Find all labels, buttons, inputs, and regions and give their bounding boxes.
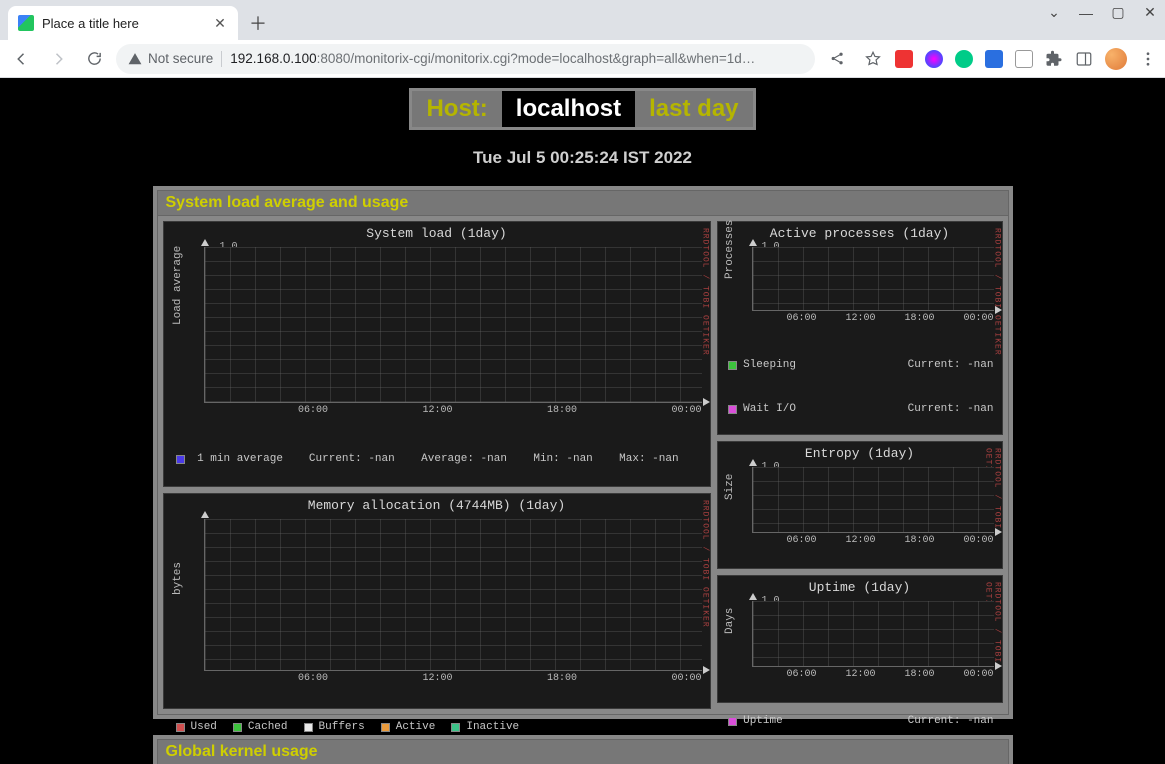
back-button[interactable] xyxy=(8,45,36,73)
arrow-left-icon xyxy=(13,50,31,68)
extensions-icon[interactable] xyxy=(1045,50,1063,68)
panel-title: System load average and usage xyxy=(157,190,1009,215)
menu-icon[interactable] xyxy=(1139,50,1157,68)
window-minimize-button[interactable]: — xyxy=(1077,5,1095,21)
y-axis-label: Processes xyxy=(724,220,736,279)
url-text: 192.168.0.100:8080/monitorix-cgi/monitor… xyxy=(230,51,755,66)
host-banner: Host: localhost last day xyxy=(409,88,755,130)
tab-close-button[interactable]: ✕ xyxy=(212,15,228,31)
graph-title: Uptime (1day) xyxy=(718,576,1002,597)
y-axis-label: Load average xyxy=(172,246,184,325)
extension-icon[interactable] xyxy=(1015,50,1033,68)
separator xyxy=(221,51,222,67)
extension-icon[interactable] xyxy=(895,50,913,68)
x-ticks: 06:00 12:00 18:00 00:00 xyxy=(204,673,702,684)
insecure-indicator[interactable]: Not secure xyxy=(128,51,213,66)
star-icon xyxy=(864,50,882,68)
x-ticks: 06:00 12:00 18:00 00:00 xyxy=(758,669,994,680)
host-value: localhost xyxy=(502,91,635,127)
extension-icon[interactable] xyxy=(985,50,1003,68)
rrdtool-watermark: RRDTOOL / TOBI OETIKER xyxy=(701,500,710,628)
window-close-button[interactable]: ✕ xyxy=(1141,4,1159,21)
profile-avatar[interactable] xyxy=(1105,48,1127,70)
graph-system-load[interactable]: RRDTOOL / TOBI OETIKER System load (1day… xyxy=(163,221,711,487)
y-axis-label: bytes xyxy=(172,562,184,595)
timestamp: Tue Jul 5 00:25:24 IST 2022 xyxy=(0,148,1165,168)
rrdtool-watermark: RRDTOOL / TOBI OETIKER xyxy=(993,228,1002,356)
extension-icon[interactable] xyxy=(925,50,943,68)
side-panel-icon[interactable] xyxy=(1075,50,1093,68)
forward-button[interactable] xyxy=(44,45,72,73)
y-axis-label: Days xyxy=(724,608,736,634)
arrow-right-icon xyxy=(49,50,67,68)
bookmark-button[interactable] xyxy=(859,45,887,73)
x-ticks: 06:00 12:00 18:00 00:00 xyxy=(758,535,994,546)
when-value: last day xyxy=(635,91,752,127)
favicon-icon xyxy=(18,15,34,31)
graph-entropy[interactable]: RRDTOOL / TOBI OETIKER Entropy (1day) Si… xyxy=(717,441,1003,569)
browser-tab[interactable]: Place a title here ✕ xyxy=(8,6,238,40)
graph-title: Active processes (1day) xyxy=(718,222,1002,243)
graph-title: System load (1day) xyxy=(164,222,710,243)
extension-icon[interactable] xyxy=(955,50,973,68)
host-label: Host: xyxy=(412,91,501,127)
address-bar[interactable]: Not secure 192.168.0.100:8080/monitorix-… xyxy=(116,44,815,74)
graph-memory[interactable]: RRDTOOL / TOBI OETIKER Memory allocation… xyxy=(163,493,711,709)
window-maximize-button[interactable]: ▢ xyxy=(1109,4,1127,21)
browser-toolbar: Not secure 192.168.0.100:8080/monitorix-… xyxy=(0,40,1165,78)
graph-title: Memory allocation (4744MB) (1day) xyxy=(164,494,710,515)
insecure-label: Not secure xyxy=(148,51,213,66)
browser-titlebar: Place a title here ✕ ＋ ⌄ — ▢ ✕ xyxy=(0,0,1165,40)
graph-title: Entropy (1day) xyxy=(718,442,1002,463)
graph-uptime[interactable]: RRDTOOL / TOBI OETIKER Uptime (1day) Day… xyxy=(717,575,1003,703)
reload-icon xyxy=(86,50,103,67)
x-ticks: 06:00 12:00 18:00 00:00 xyxy=(204,405,702,416)
y-axis-label: Size xyxy=(724,474,736,500)
tab-title: Place a title here xyxy=(42,16,139,31)
share-icon xyxy=(829,50,846,67)
x-ticks: 06:00 12:00 18:00 00:00 xyxy=(758,313,994,324)
share-button[interactable] xyxy=(823,45,851,73)
extension-icons xyxy=(895,48,1157,70)
caret-down-icon[interactable]: ⌄ xyxy=(1045,4,1063,21)
warning-icon xyxy=(128,52,142,66)
new-tab-button[interactable]: ＋ xyxy=(244,9,272,37)
graph-legend: Used Cached Buffers Active Inactive xyxy=(164,686,710,764)
graph-active-processes[interactable]: RRDTOOL / TOBI OETIKER Active processes … xyxy=(717,221,1003,435)
panel-system-load: System load average and usage RRDTOOL / … xyxy=(153,186,1013,719)
reload-button[interactable] xyxy=(80,45,108,73)
page-viewport: Host: localhost last day Tue Jul 5 00:25… xyxy=(0,78,1165,764)
graph-legend: UptimeCurrent: -nan xyxy=(718,682,1002,762)
rrdtool-watermark: RRDTOOL / TOBI OETIKER xyxy=(701,228,710,356)
